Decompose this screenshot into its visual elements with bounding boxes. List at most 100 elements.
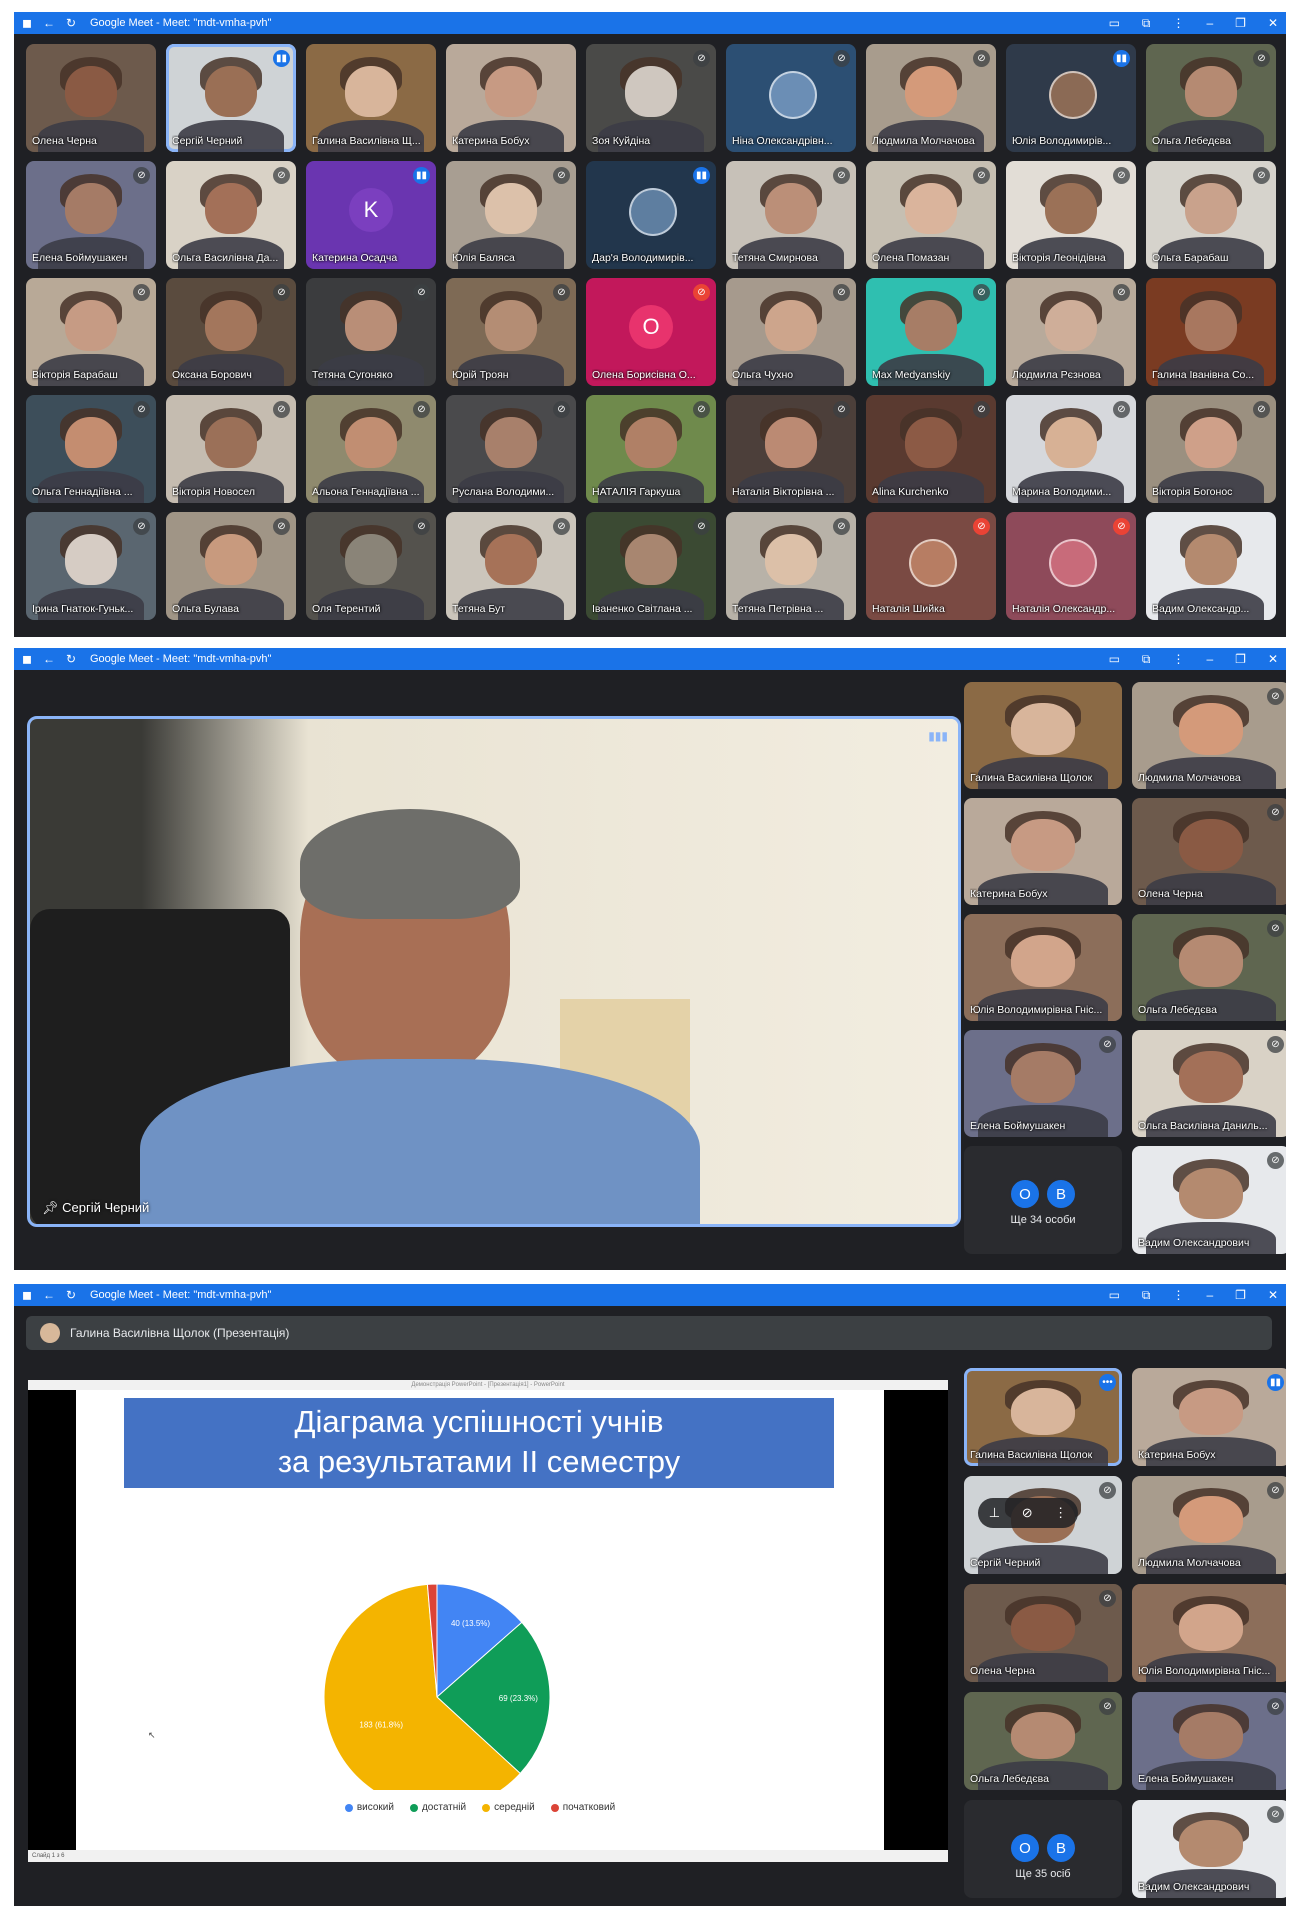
participant-tile[interactable]: ⊘ Іваненко Світлана ... <box>586 512 716 620</box>
pin-icon[interactable]: 📌︎ <box>42 1200 62 1215</box>
presentation-window[interactable]: Демонстрація PowerPoint - [Презентація1]… <box>28 1380 948 1862</box>
more-vert-icon[interactable]: ⋮ <box>1054 1505 1067 1521</box>
participant-tile[interactable]: K ▮▮ Катерина Осадча <box>306 161 436 269</box>
participant-tile[interactable]: ⊘ Max Medyanskiy <box>866 278 996 386</box>
participant-tile[interactable]: ▮▮ Сергій Черний <box>166 44 296 152</box>
participant-tile[interactable]: ⊘ Людмила Молчачова <box>1132 682 1286 789</box>
reload-icon[interactable]: ↻ <box>64 16 78 30</box>
participant-tile[interactable]: Олена Черна <box>26 44 156 152</box>
participant-tile[interactable]: Юлія Володимирівна Гніс... <box>1132 1584 1286 1682</box>
participant-tile[interactable]: ⊘ Ольга Василівна Даниль... <box>1132 1030 1286 1137</box>
participant-tile[interactable]: ⊘ Зоя Куйдіна <box>586 44 716 152</box>
participant-tile[interactable]: ⊘ Юлія Баляса <box>446 161 576 269</box>
reload-icon[interactable]: ↻ <box>64 1288 78 1302</box>
participant-tile[interactable]: ⊘ Наталія Шийка <box>866 512 996 620</box>
participant-tile[interactable]: ⊘ Тетяна Сугоняко <box>306 278 436 386</box>
participant-tile[interactable]: ⊘ Юрій Троян <box>446 278 576 386</box>
participant-tile[interactable]: ⊘ Ірина Гнатюк-Гуньк... <box>26 512 156 620</box>
close-icon[interactable]: ✕ <box>1268 652 1278 666</box>
participant-tile[interactable]: Катерина Бобух <box>964 798 1122 905</box>
participant-tile[interactable]: ⊘ Олена Черна <box>964 1584 1122 1682</box>
main-speaker-video[interactable]: ▮▮▮ 📌︎ Сергій Черний <box>27 716 961 1227</box>
participant-tile[interactable]: Катерина Бобух <box>446 44 576 152</box>
participant-tile[interactable]: ⊘ Наталія Вікторівна ... <box>726 395 856 503</box>
participant-tile[interactable]: ⊘ Людмила Рєзнова <box>1006 278 1136 386</box>
participant-tile[interactable]: ⊘ Тетяна Бут <box>446 512 576 620</box>
participant-tile[interactable]: ⊘ Вікторія Богонос <box>1146 395 1276 503</box>
participant-tile[interactable]: ⊘ ⊥ ⊘ ⋮ Сергій Черний <box>964 1476 1122 1574</box>
participant-tile[interactable]: ⊘ Ольга Лебедєва <box>964 1692 1122 1790</box>
participant-tile[interactable]: ⊘ НАТАЛІЯ Гаркуша <box>586 395 716 503</box>
participant-tile[interactable]: ▮▮ Катерина Бобух <box>1132 1368 1286 1466</box>
close-icon[interactable]: ✕ <box>1268 16 1278 30</box>
participant-tile[interactable]: ⊘ Людмила Молчачова <box>1132 1476 1286 1574</box>
participant-tile[interactable]: ⊘ Вікторія Новосел <box>166 395 296 503</box>
participant-tile[interactable]: ⊘ Ольга Чухно <box>726 278 856 386</box>
more-vert-icon[interactable]: ⋮ <box>1172 652 1184 666</box>
participant-tile[interactable]: Юлія Володимирівна Гніс... <box>964 914 1122 1021</box>
camera-icon[interactable]: ▭ <box>1109 652 1120 666</box>
participant-tile[interactable]: Галина Іванівна Со... <box>1146 278 1276 386</box>
participant-tile[interactable]: ▮▮ Дар'я Володимирів... <box>586 161 716 269</box>
participant-tile[interactable]: ⊘ Вадим Олександрович <box>1132 1800 1286 1898</box>
participant-tile[interactable]: ⊘ Ольга Василівна Да... <box>166 161 296 269</box>
participant-tile[interactable]: ⊘ Людмила Молчачова <box>866 44 996 152</box>
participant-tile[interactable]: ⊘ Наталія Олександр... <box>1006 512 1136 620</box>
minimize-icon[interactable]: – <box>1206 652 1213 666</box>
participant-name: Олена Черна <box>32 135 97 147</box>
participant-tile[interactable]: ⊘ Руслана Володими... <box>446 395 576 503</box>
more-options-icon[interactable]: ••• <box>1099 1374 1116 1391</box>
participant-tile[interactable]: ⊘ Вікторія Леонідівна <box>1006 161 1136 269</box>
restore-icon[interactable]: ❐ <box>1235 1288 1246 1302</box>
mic-off-icon: ⊘ <box>133 518 150 535</box>
participant-tile[interactable]: ⊘ Елена Боймушакен <box>1132 1692 1286 1790</box>
mic-off-icon[interactable]: ⊘ <box>1022 1505 1033 1521</box>
more-participants-tile[interactable]: O B Ще 34 особи <box>964 1146 1122 1254</box>
participant-tile[interactable]: O ⊘ Олена Борисівна О... <box>586 278 716 386</box>
minimize-icon[interactable]: – <box>1206 1288 1213 1302</box>
participant-tile[interactable]: ⊘ Олена Помазан <box>866 161 996 269</box>
extension-icon[interactable]: ⧉ <box>1142 1288 1151 1303</box>
reload-icon[interactable]: ↻ <box>64 652 78 666</box>
camera-icon[interactable]: ▭ <box>1109 1288 1120 1302</box>
participant-tile[interactable]: ⊘ Ольга Лебедєва <box>1146 44 1276 152</box>
more-vert-icon[interactable]: ⋮ <box>1172 16 1184 30</box>
participant-tile[interactable]: ⊘ Вікторія Барабаш <box>26 278 156 386</box>
close-icon[interactable]: ✕ <box>1268 1288 1278 1302</box>
minimize-icon[interactable]: – <box>1206 16 1213 30</box>
participant-tile[interactable]: Галина Василівна Щолок <box>964 682 1122 789</box>
participant-tile[interactable]: ⊘ Оля Терентий <box>306 512 436 620</box>
participant-tile[interactable]: ⊘ Alina Kurchenko <box>866 395 996 503</box>
participant-tile[interactable]: ▮▮ Юлія Володимирів... <box>1006 44 1136 152</box>
participant-tile[interactable]: Галина Василівна Щ... <box>306 44 436 152</box>
extension-icon[interactable]: ⧉ <box>1142 16 1151 31</box>
mic-off-icon: ⊘ <box>833 284 850 301</box>
participant-tile[interactable]: ⊘ Елена Боймушакен <box>964 1030 1122 1137</box>
pin-icon[interactable]: ⊥ <box>989 1505 1000 1521</box>
extension-icon[interactable]: ⧉ <box>1142 652 1151 667</box>
participant-tile[interactable]: ⊘ Елена Боймушакен <box>26 161 156 269</box>
participant-tile[interactable]: ⊘ Тетяна Смирнова <box>726 161 856 269</box>
participant-tile[interactable]: ⊘ Вадим Олександрович <box>1132 1146 1286 1254</box>
presenter-bar: Галина Василівна Щолок (Презентація) <box>26 1316 1272 1350</box>
back-arrow-icon[interactable]: ← <box>42 652 56 666</box>
participant-tile[interactable]: ⊘ Тетяна Петрівна ... <box>726 512 856 620</box>
participant-tile[interactable]: ⊘ Марина Володими... <box>1006 395 1136 503</box>
participant-tile[interactable]: ••• Галина Василівна Щолок <box>964 1368 1122 1466</box>
camera-icon[interactable]: ▭ <box>1109 16 1120 30</box>
restore-icon[interactable]: ❐ <box>1235 16 1246 30</box>
participant-tile[interactable]: ⊘ Ольга Булава <box>166 512 296 620</box>
restore-icon[interactable]: ❐ <box>1235 652 1246 666</box>
participant-tile[interactable]: ⊘ Ольга Лебедєва <box>1132 914 1286 1021</box>
back-arrow-icon[interactable]: ← <box>42 16 56 30</box>
participant-tile[interactable]: Вадим Олександр... <box>1146 512 1276 620</box>
more-participants-tile[interactable]: O B Ще 35 осіб <box>964 1800 1122 1898</box>
participant-tile[interactable]: ⊘ Олена Черна <box>1132 798 1286 905</box>
back-arrow-icon[interactable]: ← <box>42 1288 56 1302</box>
participant-tile[interactable]: ⊘ Альона Геннадіївна ... <box>306 395 436 503</box>
participant-tile[interactable]: ⊘ Ольга Геннадіївна ... <box>26 395 156 503</box>
participant-tile[interactable]: ⊘ Ніна Олександрівн... <box>726 44 856 152</box>
participant-tile[interactable]: ⊘ Ольга Барабаш <box>1146 161 1276 269</box>
participant-tile[interactable]: ⊘ Оксана Борович <box>166 278 296 386</box>
more-vert-icon[interactable]: ⋮ <box>1172 1288 1184 1302</box>
